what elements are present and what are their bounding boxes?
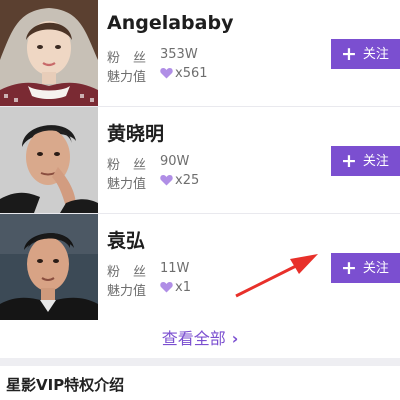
plus-icon: +	[341, 43, 357, 65]
fans-count: 353W	[160, 47, 198, 62]
plus-icon: +	[341, 257, 357, 279]
charm-label: 魅力值	[107, 70, 147, 85]
fans-count: 11W	[160, 261, 190, 276]
heart-icon	[160, 282, 173, 293]
star-list-item[interactable]: 袁弘 粉丝 11W 魅力值 x1 + 关注	[0, 214, 400, 320]
fans-label: 粉丝	[107, 158, 160, 173]
star-name[interactable]: 黄晓明	[107, 119, 164, 146]
star-list: Angelababy 粉丝 353W 魅力值 x561 + 关注 黄晓明 粉丝 …	[0, 0, 400, 320]
star-list-item[interactable]: Angelababy 粉丝 353W 魅力值 x561 + 关注	[0, 0, 400, 107]
charm-value: x25	[160, 173, 199, 188]
charm-count: x1	[175, 280, 191, 295]
avatar[interactable]	[0, 0, 98, 106]
fans-label: 粉丝	[107, 265, 160, 280]
follow-button[interactable]: + 关注	[331, 39, 400, 69]
charm-count: x25	[175, 173, 200, 188]
star-list-item[interactable]: 黄晓明 粉丝 90W 魅力值 x25 + 关注	[0, 107, 400, 214]
follow-button-label: 关注	[362, 47, 389, 62]
fans-count: 90W	[160, 154, 190, 169]
view-all-link[interactable]: 查看全部 ›	[0, 320, 400, 358]
charm-label: 魅力值	[107, 177, 147, 192]
charm-value: x1	[160, 280, 191, 295]
view-all-label: 查看全部	[161, 329, 226, 348]
follow-button[interactable]: + 关注	[331, 146, 400, 176]
star-name[interactable]: Angelababy	[107, 12, 233, 34]
charm-count: x561	[175, 66, 208, 81]
avatar[interactable]	[0, 107, 98, 213]
follow-button-label: 关注	[362, 261, 389, 276]
avatar-photo	[0, 107, 98, 213]
follow-button[interactable]: + 关注	[331, 253, 400, 283]
section-title: 星影VIP特权介绍	[6, 376, 125, 394]
avatar[interactable]	[0, 214, 98, 320]
avatar-photo	[0, 0, 98, 106]
charm-label: 魅力值	[107, 284, 147, 299]
heart-icon	[160, 175, 173, 186]
plus-icon: +	[341, 150, 357, 172]
chevron-right-icon: ›	[231, 329, 239, 348]
heart-icon	[160, 68, 173, 79]
star-name[interactable]: 袁弘	[107, 226, 145, 253]
fans-label: 粉丝	[107, 51, 160, 66]
avatar-photo	[0, 214, 98, 320]
section-divider	[0, 358, 400, 366]
charm-value: x561	[160, 66, 208, 81]
follow-button-label: 关注	[362, 154, 389, 169]
